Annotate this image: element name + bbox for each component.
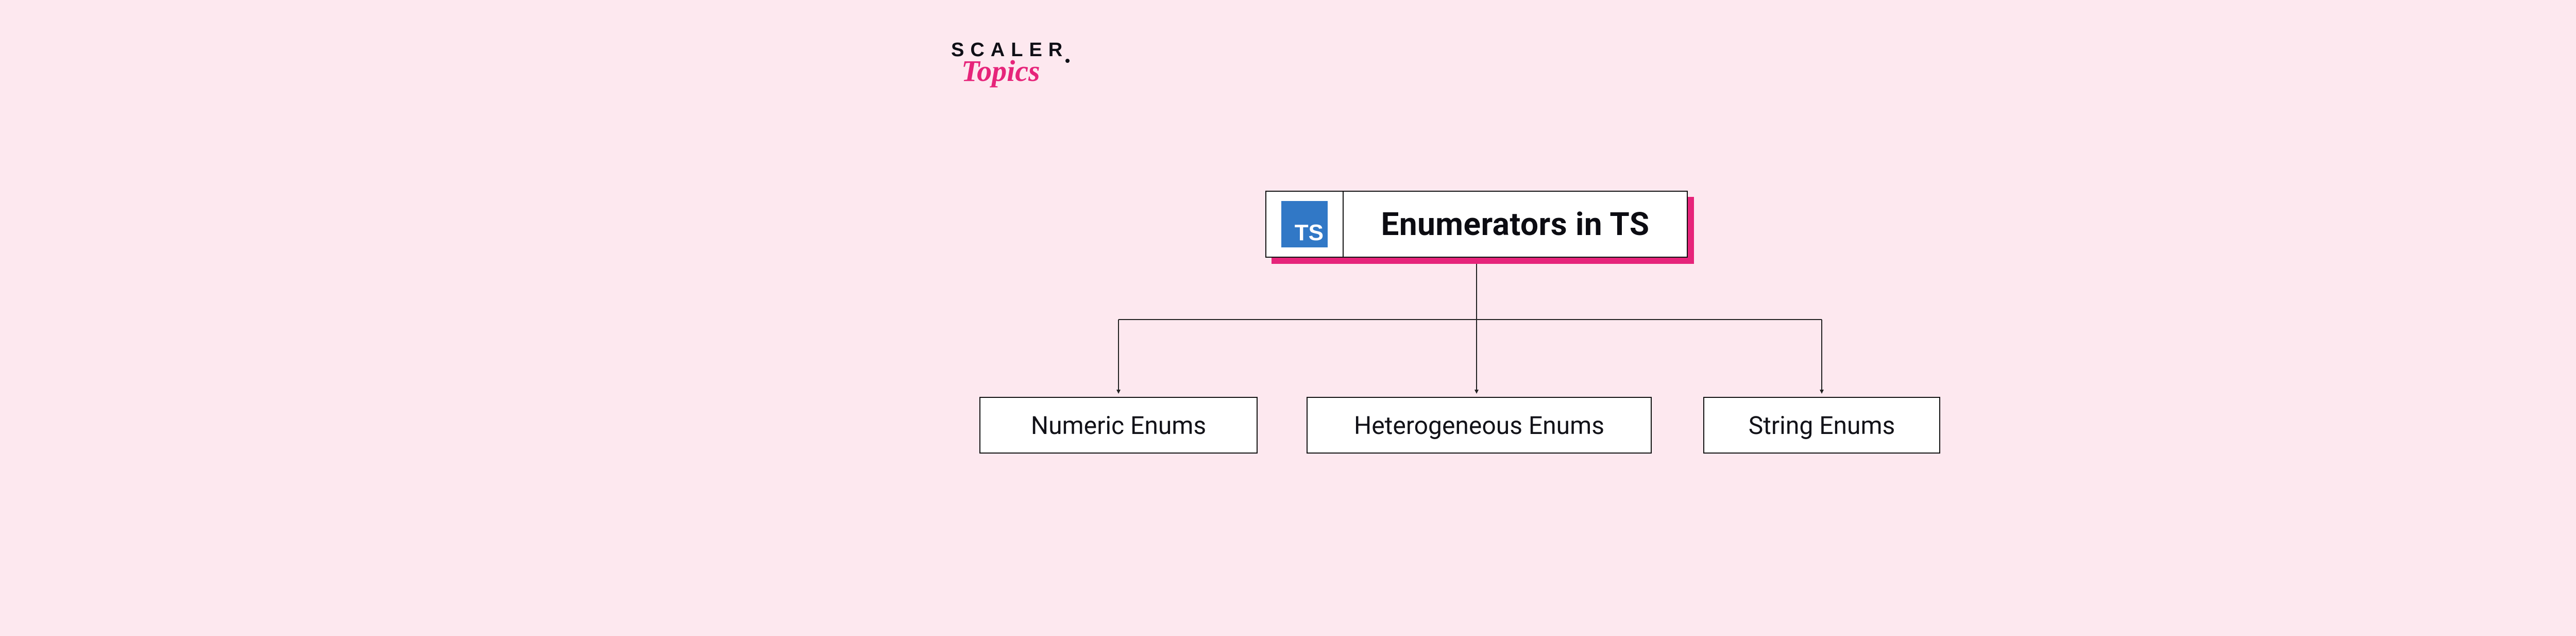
- typescript-icon-label: TS: [1295, 222, 1324, 244]
- child-node-heterogeneous-enums: Heterogeneous Enums: [1307, 397, 1652, 454]
- child-node-string-enums: String Enums: [1703, 397, 1940, 454]
- child-node-label: Heterogeneous Enums: [1354, 411, 1604, 440]
- root-icon-cell: TS: [1266, 192, 1344, 257]
- child-node-numeric-enums: Numeric Enums: [979, 397, 1258, 454]
- child-node-label: Numeric Enums: [1031, 411, 1206, 440]
- root-node-box: TS Enumerators in TS: [1265, 191, 1688, 258]
- root-node: TS Enumerators in TS: [1265, 191, 1688, 258]
- typescript-icon: TS: [1281, 201, 1328, 247]
- brand-subtitle: Topics: [961, 58, 1069, 85]
- root-title-cell: Enumerators in TS: [1344, 192, 1687, 257]
- brand-logo: SCALER Topics: [951, 40, 1069, 85]
- connector-lines: [930, 0, 2161, 636]
- child-node-label: String Enums: [1749, 411, 1895, 440]
- diagram-canvas: SCALER Topics TS Enumerators in TS: [930, 0, 2161, 636]
- root-title: Enumerators in TS: [1381, 206, 1649, 243]
